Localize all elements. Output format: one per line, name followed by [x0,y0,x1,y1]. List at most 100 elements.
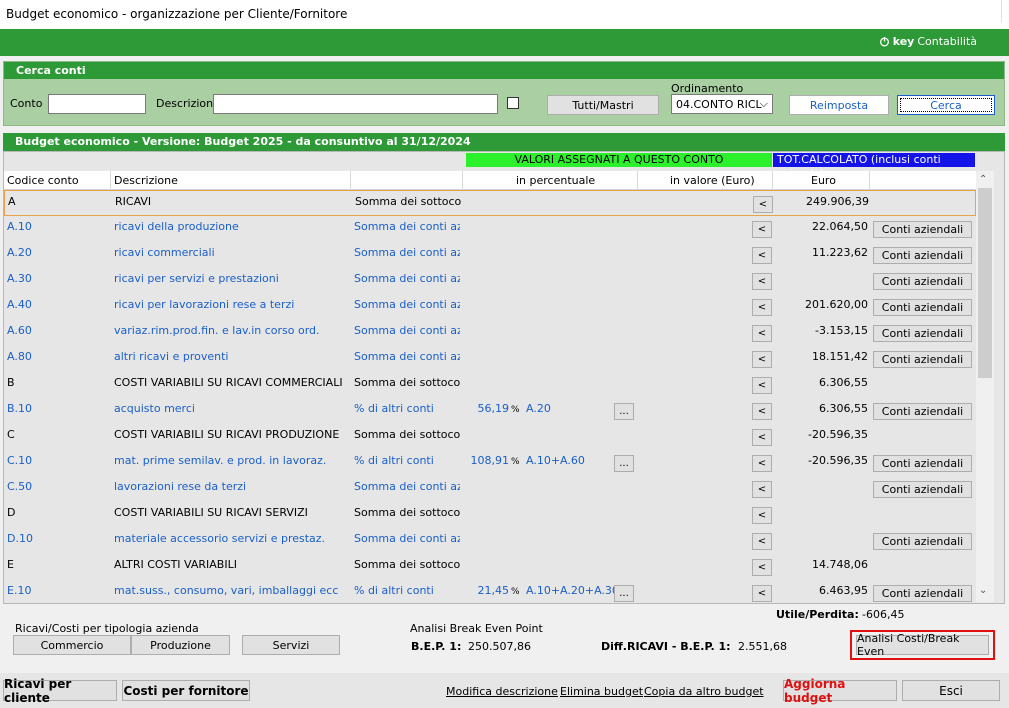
col-separator [110,171,111,190]
copy-left-button[interactable]: < [752,377,772,394]
table-row[interactable]: C COSTI VARIABILI SU RICAVI PRODUZIONE Som… [4,424,976,450]
table-row[interactable]: A.80 altri ricavi e proventi Somma dei con… [4,346,976,372]
copy-left-button[interactable]: < [752,585,772,602]
row-type: Somma dei sottoconti [354,558,460,571]
brand-suffix: Contabilità [917,35,977,48]
copy-left-button[interactable]: < [752,247,772,264]
brand-prefix: key [892,35,915,48]
conti-aziendali-button[interactable]: Conti aziendali [873,273,972,290]
tutti-mastri-checkbox[interactable] [507,97,519,109]
table-row[interactable]: A.40 ricavi per lavorazioni rese a terzi S… [4,294,976,320]
row-euro: 14.748,06 [812,558,868,571]
descrizione-label: Descrizione [156,97,220,110]
esci-button[interactable]: Esci [902,680,1000,701]
copy-left-button[interactable]: < [752,481,772,498]
row-percent: 56,19 [477,402,510,415]
copy-left-button[interactable]: < [752,273,772,290]
bep-value: 250.507,86 [468,640,531,653]
col-separator [462,171,463,190]
scroll-up-icon[interactable]: ⌃ [979,174,987,185]
servizi-button[interactable]: Servizi [242,635,340,655]
row-type: Somma dei conti azien [354,480,460,493]
row-euro: 22.064,50 [812,220,868,233]
copy-left-button[interactable]: < [752,455,772,472]
row-code: B [7,376,15,389]
table-row[interactable]: A.60 variaz.rim.prod.fin. e lav.in corso … [4,320,976,346]
modifica-descrizione-link[interactable]: Modifica descrizione [446,685,558,698]
table-row[interactable]: A RICAVI Somma dei sottoconti <249.906,39 [4,190,976,216]
scroll-down-icon[interactable]: ⌄ [979,585,987,596]
descrizione-input[interactable] [213,94,498,114]
table-row[interactable]: E ALTRI COSTI VARIABILI Somma dei sottocon… [4,554,976,580]
copy-left-button[interactable]: < [753,196,773,213]
conti-aziendali-button[interactable]: Conti aziendali [873,403,972,420]
conto-input[interactable] [48,94,146,114]
row-code: C [7,428,15,441]
copy-left-button[interactable]: < [752,559,772,576]
table-row[interactable]: D.10 materiale accessorio servizi e prest… [4,528,976,554]
conti-aziendali-button[interactable]: Conti aziendali [873,247,972,264]
conti-aziendali-button[interactable]: Conti aziendali [873,351,972,368]
copia-budget-link[interactable]: Copia da altro budget [644,685,764,698]
row-description: mat.suss., consumo, vari, imballaggi ecc [114,584,339,597]
row-euro: 6.306,55 [819,376,868,389]
conti-aziendali-button[interactable]: Conti aziendali [873,533,972,550]
copy-left-button[interactable]: < [752,533,772,550]
tipologia-label: Ricavi/Costi per tipologia azienda [15,622,199,635]
row-code: E [7,558,14,571]
conti-aziendali-button[interactable]: Conti aziendali [873,481,972,498]
window-title: Budget economico - organizzazione per Cl… [6,7,348,21]
row-euro: 18.151,42 [812,350,868,363]
aggiorna-budget-button[interactable]: Aggiorna budget [783,677,897,705]
window-close-edge[interactable] [1001,0,1009,22]
table-row[interactable]: A.10 ricavi della produzione Somma dei con… [4,216,976,242]
copy-left-button[interactable]: < [752,325,772,342]
table-row[interactable]: C.10 mat. prime semilav. e prod. in lavor… [4,450,976,476]
copy-left-button[interactable]: < [752,221,772,238]
table-row[interactable]: D COSTI VARIABILI SU RICAVI SERVIZI Somma … [4,502,976,528]
row-description: ALTRI COSTI VARIABILI [114,558,237,571]
search-panel: Cerca conti [3,61,1005,126]
commercio-button[interactable]: Commercio [13,635,131,655]
table-row[interactable]: C.50 lavorazioni rese da terzi Somma dei c… [4,476,976,502]
row-type: Somma dei conti azien [354,272,460,285]
row-euro: 6.463,95 [819,584,868,597]
row-description: materiale accessorio servizi e prestaz. [114,532,326,545]
copy-left-button[interactable]: < [752,429,772,446]
conti-aziendali-button[interactable]: Conti aziendali [873,455,972,472]
table-row[interactable]: A.30 ricavi per servizi e prestazioni Somm… [4,268,976,294]
conti-aziendali-button[interactable]: Conti aziendali [873,585,972,602]
ricavi-cliente-button[interactable]: Ricavi per cliente [3,677,117,705]
copy-left-button[interactable]: < [752,299,772,316]
row-description: RICAVI [115,195,152,208]
tutti-mastri-button[interactable]: Tutti/Mastri [547,95,659,115]
copy-left-button[interactable]: < [752,507,772,524]
table-row[interactable]: E.10 mat.suss., consumo, vari, imballaggi… [4,580,976,602]
analisi-costi-button[interactable]: Analisi Costi/Break Even [856,632,989,658]
formula-edit-button[interactable]: ... [614,455,634,472]
copy-left-button[interactable]: < [752,351,772,368]
formula-edit-button[interactable]: ... [614,403,634,420]
cerca-button[interactable]: Cerca [897,95,995,115]
reimposta-button[interactable]: Reimposta [789,95,889,115]
row-type: Somma dei conti azien [354,298,460,311]
ordinamento-select[interactable]: 04.CONTO RICL ⌵ [671,94,773,114]
scrollbar-thumb[interactable] [978,188,992,378]
row-type: Somma dei conti azien [354,350,460,363]
row-euro: 6.306,55 [819,402,868,415]
brand-logo: key Contabilità [879,35,977,48]
conti-aziendali-button[interactable]: Conti aziendali [873,299,972,316]
formula-edit-button[interactable]: ... [614,585,634,602]
table-row[interactable]: B COSTI VARIABILI SU RICAVI COMMERCIALI So… [4,372,976,398]
costi-fornitore-button[interactable]: Costi per fornitore [122,680,250,701]
row-type: Somma dei sottoconti [354,376,460,389]
row-formula: A.10+A.60 [526,454,585,467]
table-row[interactable]: B.10 acquisto merci % di altri conti 56,19%… [4,398,976,424]
elimina-budget-link[interactable]: Elimina budget [560,685,643,698]
produzione-button[interactable]: Produzione [131,635,230,655]
row-percent-sign: % [511,587,520,597]
conti-aziendali-button[interactable]: Conti aziendali [873,221,972,238]
conti-aziendali-button[interactable]: Conti aziendali [873,325,972,342]
table-row[interactable]: A.20 ricavi commerciali Somma dei conti az… [4,242,976,268]
copy-left-button[interactable]: < [752,403,772,420]
